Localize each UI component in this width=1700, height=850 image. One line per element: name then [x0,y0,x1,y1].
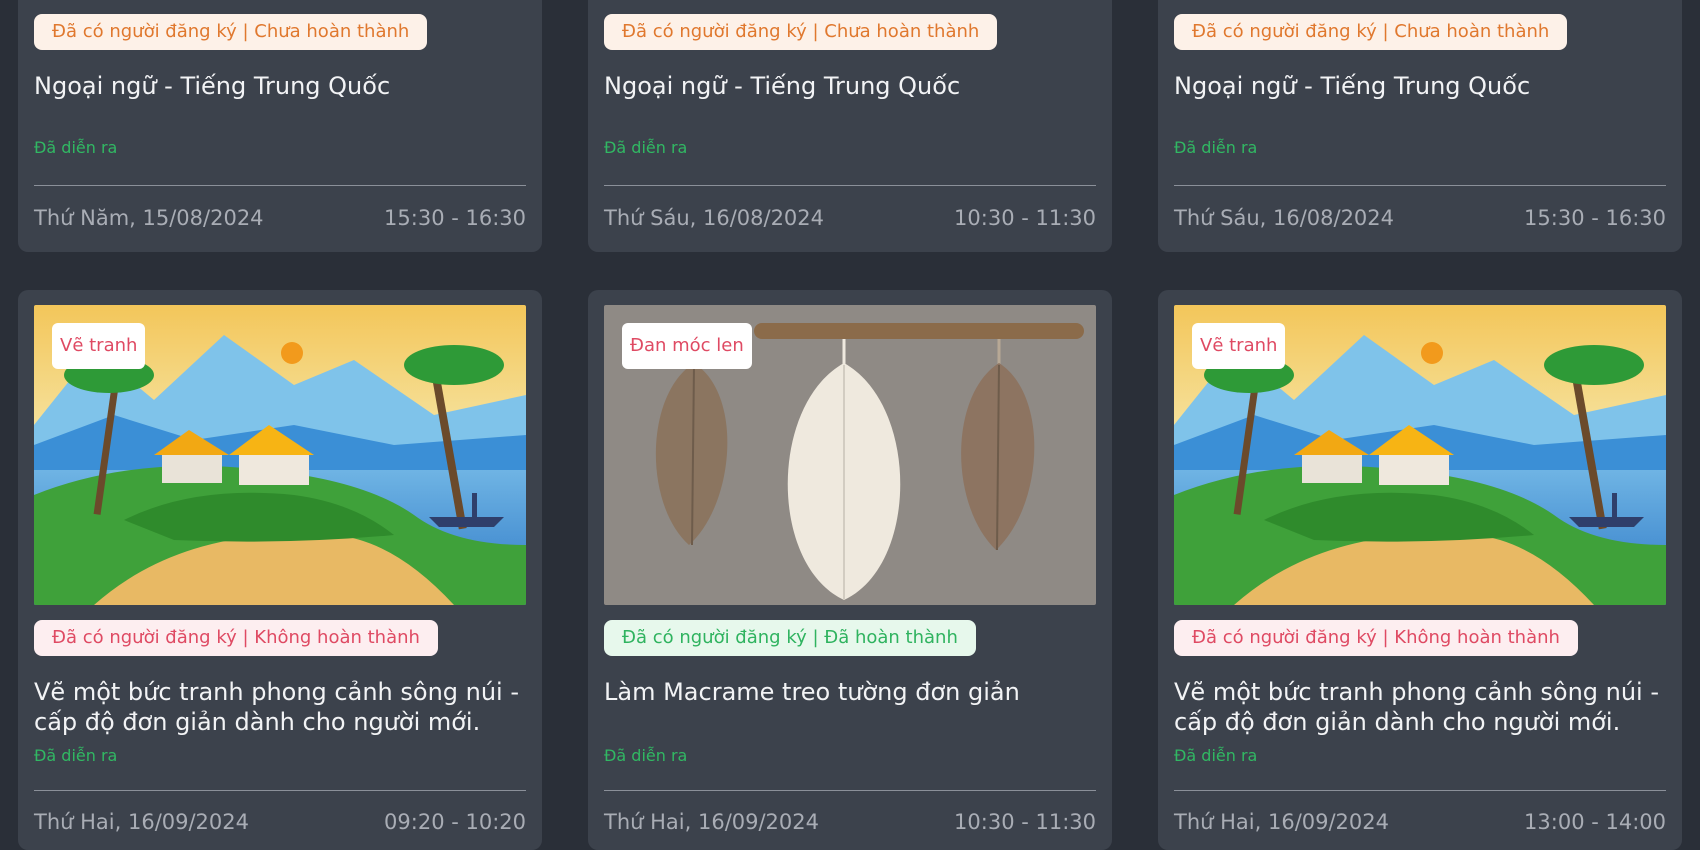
activity-card[interactable]: Vẽ tranh Đã có người đăng ký | Không hoà… [18,290,542,850]
divider [34,790,526,791]
macrame-leaves-image[interactable]: Đan móc len [604,305,1096,605]
event-state-label: Đã diễn ra [1174,746,1258,765]
divider [604,790,1096,791]
activity-card[interactable]: Đã có người đăng ký | Chưa hoàn thành Ng… [588,0,1112,252]
card-title[interactable]: Ngoại ngữ - Tiếng Trung Quốc [34,71,526,101]
divider [34,185,526,186]
event-date: Thứ Hai, 16/09/2024 [34,810,250,834]
activity-card[interactable]: Đã có người đăng ký | Chưa hoàn thành Ng… [18,0,542,252]
divider [1174,185,1666,186]
card-title[interactable]: Vẽ một bức tranh phong cảnh sông núi - c… [34,677,526,737]
event-state-label: Đã diễn ra [34,138,118,157]
event-date: Thứ Hai, 16/09/2024 [604,810,820,834]
status-badge: Đã có người đăng ký | Chưa hoàn thành [604,14,998,50]
event-state-label: Đã diễn ra [604,138,688,157]
status-badge: Đã có người đăng ký | Đã hoàn thành [604,620,976,656]
activity-card[interactable]: Vẽ tranh Đã có người đăng ký | Không hoà… [1158,290,1682,850]
event-date: Thứ Năm, 15/08/2024 [34,206,264,230]
card-title[interactable]: Ngoại ngữ - Tiếng Trung Quốc [1174,71,1666,101]
event-time: 09:20 - 10:20 [384,810,526,834]
divider [604,185,1096,186]
event-time: 10:30 - 11:30 [954,206,1096,230]
event-time: 13:00 - 14:00 [1524,810,1666,834]
event-date: Thứ Hai, 16/09/2024 [1174,810,1390,834]
event-date: Thứ Sáu, 16/08/2024 [1174,206,1395,230]
event-state-label: Đã diễn ra [34,746,118,765]
event-date: Thứ Sáu, 16/08/2024 [604,206,825,230]
divider [1174,790,1666,791]
card-title[interactable]: Vẽ một bức tranh phong cảnh sông núi - c… [1174,677,1666,737]
event-time: 15:30 - 16:30 [384,206,526,230]
status-badge: Đã có người đăng ký | Chưa hoàn thành [1174,14,1568,50]
event-time: 15:30 - 16:30 [1524,206,1666,230]
event-time: 10:30 - 11:30 [954,810,1096,834]
event-state-label: Đã diễn ra [604,746,688,765]
status-badge: Đã có người đăng ký | Chưa hoàn thành [34,14,428,50]
event-state-label: Đã diễn ra [1174,138,1258,157]
activity-card[interactable]: Đan móc len Đã có người đăng ký | Đã hoà… [588,290,1112,850]
category-tag: Vẽ tranh [1192,323,1286,369]
status-badge: Đã có người đăng ký | Không hoàn thành [1174,620,1578,656]
category-tag: Đan móc len [622,323,752,369]
landscape-painting-image[interactable]: Vẽ tranh [1174,305,1666,605]
status-badge: Đã có người đăng ký | Không hoàn thành [34,620,438,656]
card-title[interactable]: Làm Macrame treo tường đơn giản [604,677,1096,707]
category-tag: Vẽ tranh [52,323,146,369]
activity-card[interactable]: Đã có người đăng ký | Chưa hoàn thành Ng… [1158,0,1682,252]
card-title[interactable]: Ngoại ngữ - Tiếng Trung Quốc [604,71,1096,101]
landscape-painting-image[interactable]: Vẽ tranh [34,305,526,605]
